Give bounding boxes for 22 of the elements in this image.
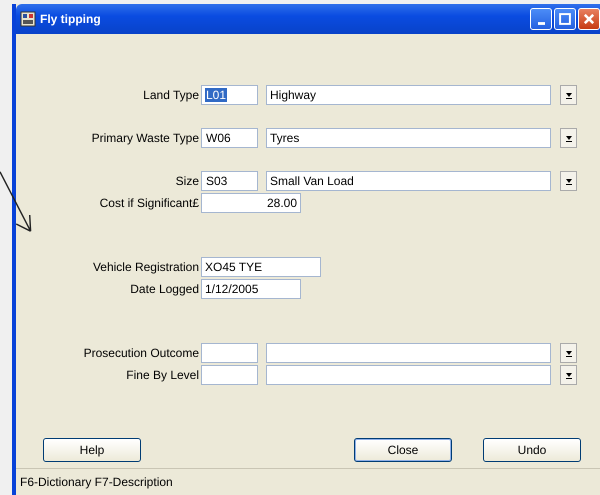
code-field[interactable]: W06 [201,128,258,148]
amount-field[interactable]: 28.00 [201,193,301,213]
status-bar: F6-Dictionary F7-Description [16,468,600,495]
description-field[interactable]: Highway [266,85,551,105]
field-label: Land Type [142,88,199,102]
field-label: Size [174,174,199,188]
field-label: Prosecution Outcome [82,346,199,360]
field-label: Vehicle Registration [92,260,199,274]
field-label: Primary Waste Type [90,131,199,145]
description-field[interactable]: Small Van Load [266,171,551,191]
dialog-button[interactable]: Undo [483,438,581,462]
field-label: Fine By Level [125,368,199,382]
dialog-button[interactable]: Help [43,438,141,462]
code-field[interactable]: S03 [201,171,258,191]
window-title: Fly tipping [40,12,101,26]
text-field[interactable]: XO45 TYE [201,257,321,277]
text-field[interactable]: 1/12/2005 [201,279,301,299]
field-label: Date Logged [129,282,199,296]
code-field[interactable]: L01 [201,85,258,105]
description-field[interactable]: Tyres [266,128,551,148]
dialog-button[interactable]: Close [354,438,452,462]
field-label: Cost if Significant£ [98,196,199,210]
